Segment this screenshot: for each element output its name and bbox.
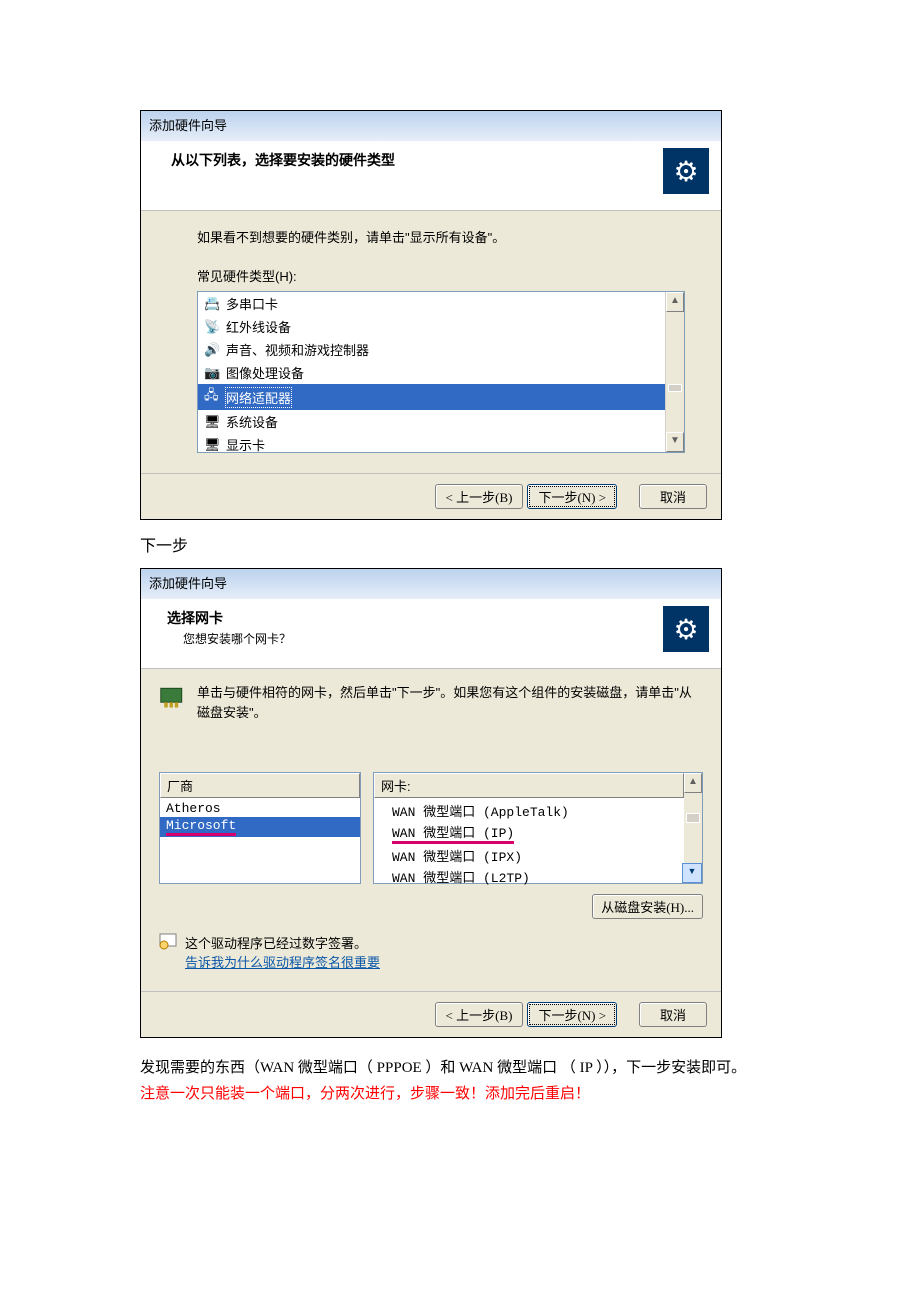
cancel-button[interactable]: 取消 (639, 484, 707, 509)
list-item[interactable]: 🖧网络适配器 (198, 384, 666, 410)
list-item-label: 系统设备 (226, 412, 278, 431)
wizard-body: 单击与硬件相符的网卡，然后单击"下一步"。如果您有这个组件的安装磁盘，请单击"从… (141, 669, 721, 991)
card-name: WAN 微型端口 (IP) (392, 822, 514, 844)
next-button[interactable]: 下一步(N) > (527, 1002, 617, 1027)
caption-next: 下一步 (140, 532, 920, 556)
columns: 厂商 AtherosMicrosoft 网卡: WAN 微型端口 (AppleT… (159, 772, 703, 884)
wizard-dialog-hardware-type: 添加硬件向导 从以下列表，选择要安装的硬件类型 ⚙ 如果看不到想要的硬件类别，请… (140, 110, 722, 520)
device-icon: 🖧 (204, 386, 222, 408)
scrollbar[interactable]: ▲ ▼ (684, 773, 702, 883)
vendor-listbox[interactable]: 厂商 AtherosMicrosoft (159, 772, 361, 884)
network-card-icon (159, 683, 187, 711)
scroll-up-icon[interactable]: ▲ (666, 292, 684, 312)
scroll-thumb[interactable] (668, 384, 682, 392)
title-bar: 添加硬件向导 (141, 569, 721, 599)
list-item-label: 红外线设备 (226, 317, 291, 336)
device-icon: 📇 (204, 296, 222, 312)
wizard-header: 从以下列表，选择要安装的硬件类型 ⚙ (141, 141, 721, 211)
list-item[interactable]: 🖥显示卡 (198, 433, 666, 452)
para-warning: 注意一次只能装一个端口，分两次进行，步骤一致！添加完后重启！ (140, 1086, 590, 1102)
title-bar: 添加硬件向导 (141, 111, 721, 141)
why-signing-link[interactable]: 告诉我为什么驱动程序签名很重要 (185, 952, 380, 971)
card-listbox[interactable]: 网卡: WAN 微型端口 (AppleTalk)WAN 微型端口 (IP)WAN… (373, 772, 703, 884)
hardware-type-listbox[interactable]: 📇多串口卡📡红外线设备🔊声音、视频和游戏控制器📷图像处理设备🖧网络适配器🖥系统设… (197, 291, 685, 453)
list-item-label: 显示卡 (226, 435, 265, 452)
hardware-wizard-icon: ⚙ (663, 606, 709, 652)
list-item-label: 网络适配器 (226, 388, 291, 407)
device-icon: 🔊 (204, 342, 222, 358)
cancel-button[interactable]: 取消 (639, 1002, 707, 1027)
wizard-dialog-select-card: 添加硬件向导 选择网卡 您想安装哪个网卡？ ⚙ 单击与硬件相符的网卡，然后单击"… (140, 568, 722, 1038)
wizard-header: 选择网卡 您想安装哪个网卡？ ⚙ (141, 599, 721, 669)
button-row: < 上一步(B)下一步(N) > 取消 (141, 473, 721, 519)
list-item[interactable]: 📇多串口卡 (198, 292, 666, 315)
device-icon: 📷 (204, 365, 222, 381)
scrollbar[interactable]: ▲ ▼ (665, 292, 684, 452)
vendor-header: 厂商 (160, 773, 360, 798)
device-icon: 🖥 (204, 414, 222, 430)
list-item[interactable]: 🖥系统设备 (198, 410, 666, 433)
list-item[interactable]: 📷图像处理设备 (198, 361, 666, 384)
wizard-body: 如果看不到想要的硬件类别，请单击"显示所有设备"。 常见硬件类型(H): 📇多串… (141, 211, 721, 473)
info-row: 单击与硬件相符的网卡，然后单击"下一步"。如果您有这个组件的安装磁盘，请单击"从… (159, 679, 703, 732)
signed-text: 这个驱动程序已经过数字签署。 (185, 933, 380, 952)
info-text: 单击与硬件相符的网卡，然后单击"下一步"。如果您有这个组件的安装磁盘，请单击"从… (197, 683, 703, 722)
card-header: 网卡: (374, 773, 684, 798)
list-item[interactable]: WAN 微型端口 (IPX) (386, 845, 684, 866)
hint-text: 如果看不到想要的硬件类别，请单击"显示所有设备"。 (197, 227, 685, 246)
back-button[interactable]: < 上一步(B) (435, 484, 524, 509)
list-item[interactable]: Atheros (160, 800, 360, 817)
list-label: 常见硬件类型(H): (197, 266, 685, 285)
device-icon: 📡 (204, 319, 222, 335)
list-item[interactable]: WAN 微型端口 (IP) (386, 821, 684, 845)
dropdown-arrow-icon[interactable]: ▼ (682, 863, 702, 883)
list-item-label: 图像处理设备 (226, 363, 304, 382)
certificate-icon (159, 933, 177, 951)
wizard-heading: 选择网卡 (165, 608, 705, 628)
button-row: < 上一步(B)下一步(N) > 取消 (141, 991, 721, 1037)
back-button[interactable]: < 上一步(B) (435, 1002, 524, 1027)
next-button[interactable]: 下一步(N) > (527, 484, 617, 509)
instruction-paragraph: 发现需要的东西（WAN 微型端口（ PPPOE ）和 WAN 微型端口 （ IP… (140, 1056, 760, 1107)
list-item[interactable]: Microsoft (160, 817, 360, 837)
wizard-heading: 从以下列表，选择要安装的硬件类型 (165, 150, 705, 170)
list-item-label: 多串口卡 (226, 294, 278, 313)
wizard-subheading: 您想安装哪个网卡？ (165, 630, 705, 647)
scroll-down-icon[interactable]: ▼ (666, 432, 684, 452)
scroll-thumb[interactable] (686, 813, 700, 823)
list-item[interactable]: 📡红外线设备 (198, 315, 666, 338)
list-item[interactable]: WAN 微型端口 (AppleTalk) (386, 800, 684, 821)
list-item[interactable]: WAN 微型端口 (L2TP) (386, 866, 684, 887)
scroll-up-icon[interactable]: ▲ (684, 773, 702, 793)
vendor-name: Microsoft (166, 818, 236, 836)
hardware-wizard-icon: ⚙ (663, 148, 709, 194)
install-from-disk-button[interactable]: 从磁盘安装(H)... (592, 894, 703, 919)
signature-row: 这个驱动程序已经过数字签署。 告诉我为什么驱动程序签名很重要 (159, 933, 703, 971)
list-item[interactable]: 🔊声音、视频和游戏控制器 (198, 338, 666, 361)
device-icon: 🖥 (204, 437, 222, 453)
list-item-label: 声音、视频和游戏控制器 (226, 340, 369, 359)
para-text: 发现需要的东西（WAN 微型端口（ PPPOE ）和 WAN 微型端口 （ IP… (140, 1060, 746, 1076)
